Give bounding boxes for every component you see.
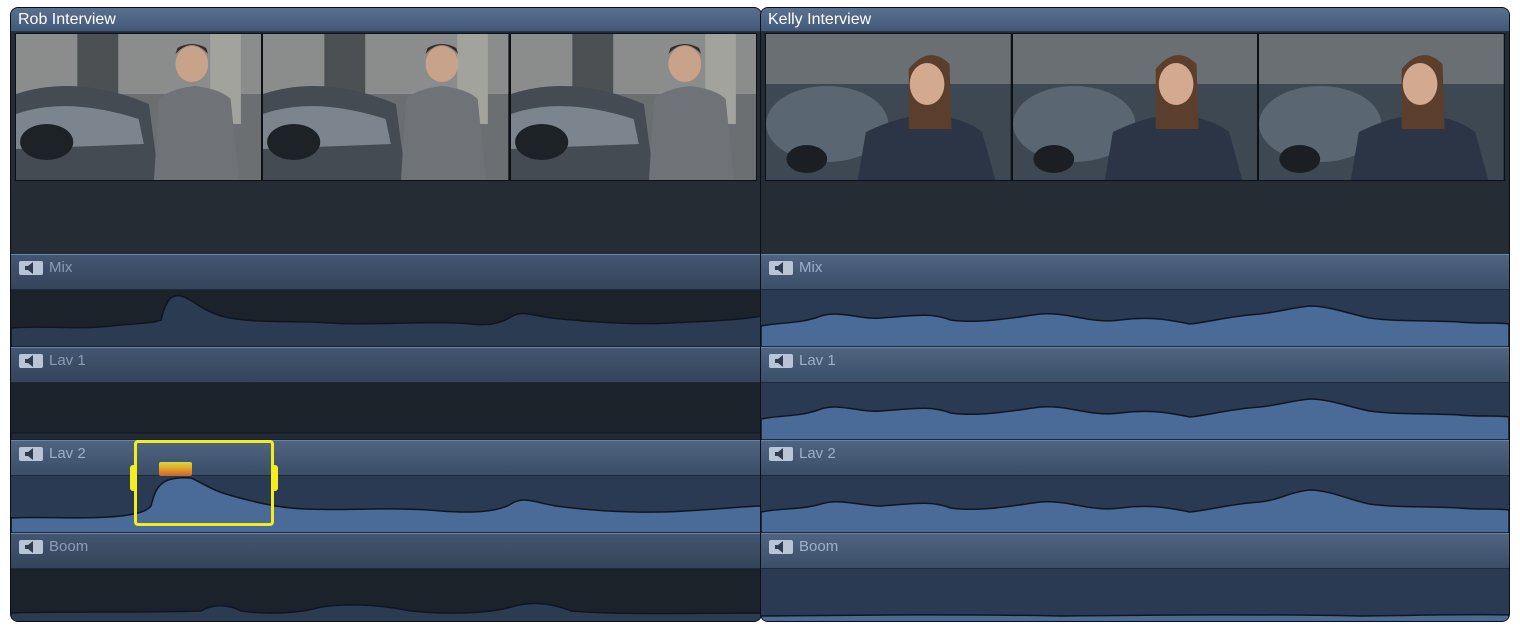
video-thumbnail	[510, 34, 756, 180]
lane-header[interactable]: Mix	[761, 254, 1509, 290]
speaker-icon	[769, 261, 793, 275]
lane-header[interactable]: Lav 1	[11, 347, 761, 383]
lane-label: Mix	[799, 259, 823, 276]
clip-rob-interview[interactable]: Rob Interview Mix Lav 1 Lav 2 Boom	[10, 7, 762, 622]
video-thumbnail	[16, 34, 264, 180]
range-handle-left[interactable]	[130, 465, 137, 491]
audio-lane-lav-2[interactable]: Lav 2	[11, 440, 761, 533]
video-filmstrip[interactable]	[765, 33, 1505, 181]
audio-lane-lav-1[interactable]: Lav 1	[761, 347, 1509, 440]
lane-label: Lav 2	[49, 445, 86, 462]
speaker-icon	[19, 261, 43, 275]
audio-lane-lav-1[interactable]: Lav 1	[11, 347, 761, 440]
range-handle-right[interactable]	[271, 465, 278, 491]
lane-label: Mix	[49, 259, 73, 276]
range-selection[interactable]	[130, 440, 278, 526]
speaker-icon	[769, 540, 793, 554]
audio-waveform[interactable]	[761, 290, 1509, 347]
audio-waveform[interactable]	[11, 383, 761, 440]
speaker-icon	[769, 447, 793, 461]
speaker-icon	[19, 447, 43, 461]
lane-label: Lav 1	[799, 352, 836, 369]
lane-label: Boom	[799, 538, 839, 555]
clip-title: Rob Interview	[11, 8, 761, 32]
audio-lane-boom[interactable]: Boom	[11, 533, 761, 621]
audio-waveform[interactable]	[11, 569, 761, 621]
lane-header[interactable]: Mix	[11, 254, 761, 290]
clip-kelly-interview[interactable]: Kelly Interview Mix Lav 1 Lav 2 Boom	[760, 7, 1510, 622]
lane-header[interactable]: Boom	[761, 533, 1509, 569]
clip-title: Kelly Interview	[761, 8, 1509, 32]
audio-waveform[interactable]	[761, 476, 1509, 533]
video-thumbnail	[1259, 34, 1505, 180]
lane-label: Boom	[49, 538, 89, 555]
audio-lane-boom[interactable]: Boom	[761, 533, 1509, 621]
video-track-area	[11, 181, 761, 259]
video-thumbnail	[263, 34, 511, 180]
lane-header[interactable]: Lav 2	[11, 440, 761, 476]
audio-lane-mix[interactable]: Mix	[11, 254, 761, 347]
video-thumbnail	[766, 34, 1013, 180]
audio-waveform[interactable]	[761, 383, 1509, 440]
audio-lane-mix[interactable]: Mix	[761, 254, 1509, 347]
speaker-icon	[19, 540, 43, 554]
audio-lane-lav-2[interactable]: Lav 2	[761, 440, 1509, 533]
lane-label: Lav 1	[49, 352, 86, 369]
lane-header[interactable]: Boom	[11, 533, 761, 569]
video-thumbnail	[1012, 34, 1260, 180]
video-track-area	[761, 181, 1509, 259]
speaker-icon	[19, 354, 43, 368]
lane-header[interactable]: Lav 1	[761, 347, 1509, 383]
lane-label: Lav 2	[799, 445, 836, 462]
speaker-icon	[769, 354, 793, 368]
audio-waveform[interactable]	[761, 569, 1509, 621]
audio-waveform[interactable]	[11, 476, 761, 533]
audio-waveform[interactable]	[11, 290, 761, 347]
video-filmstrip[interactable]	[15, 33, 757, 181]
lane-header[interactable]: Lav 2	[761, 440, 1509, 476]
